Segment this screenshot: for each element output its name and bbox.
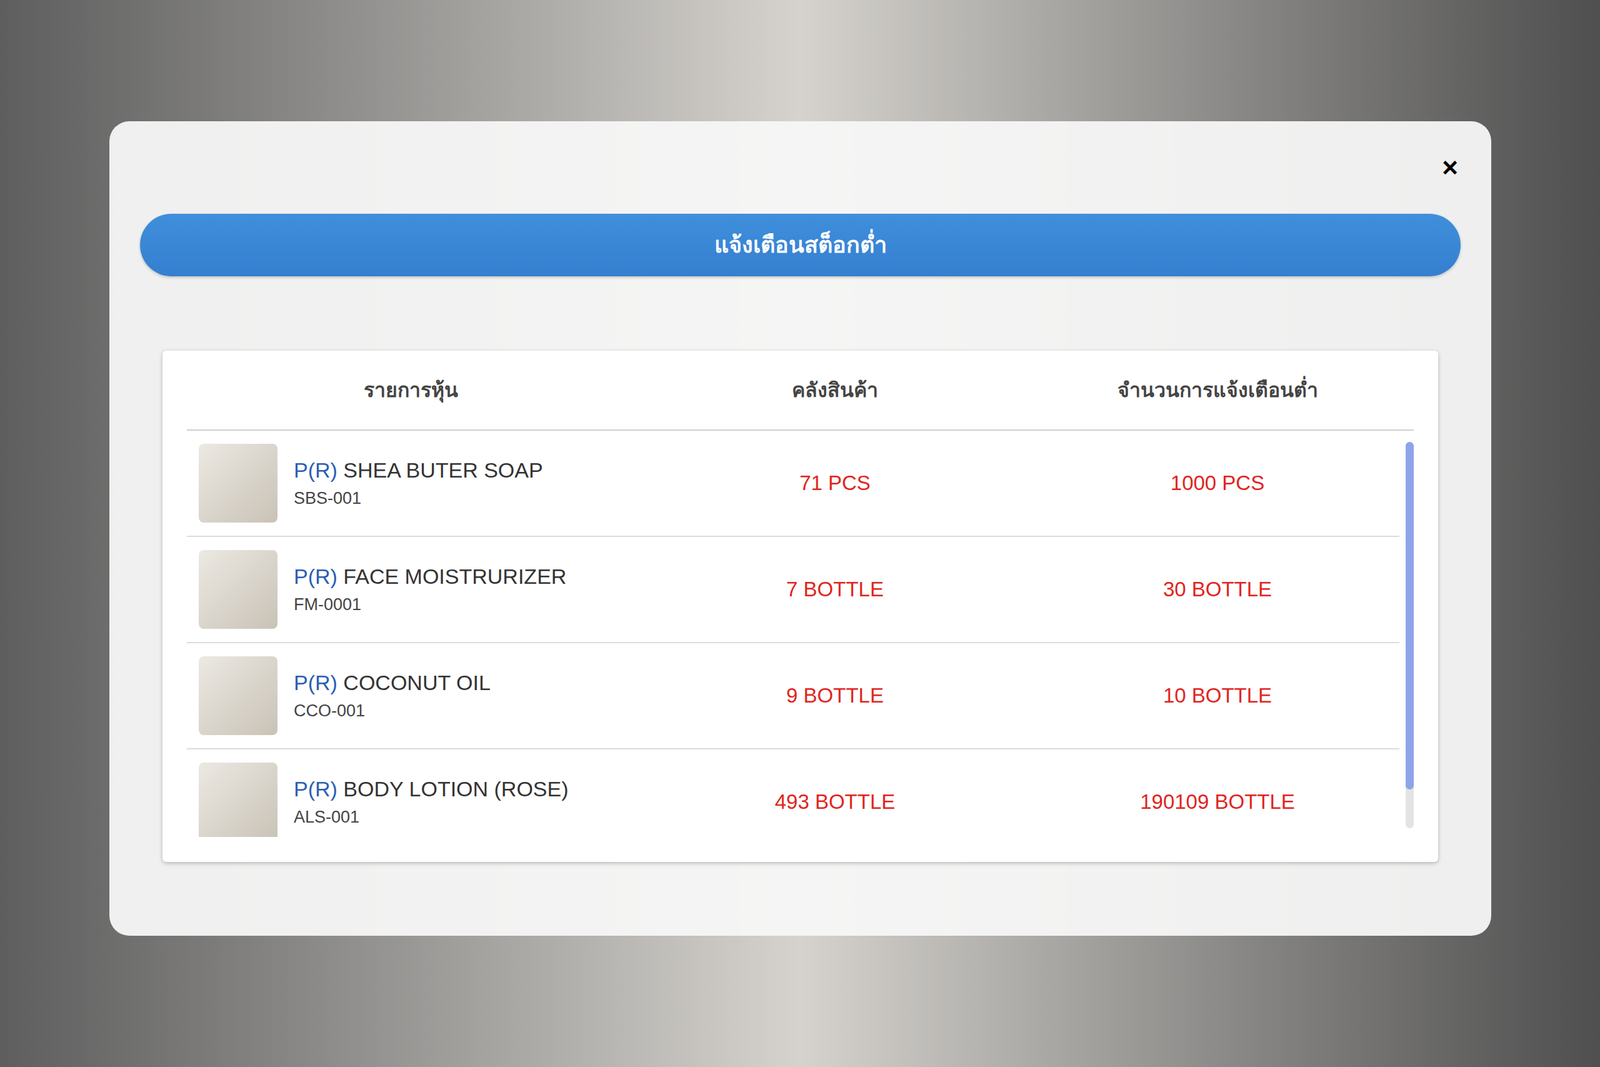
table-header: รายการหุ้นคลังสินค้าจำนวนการแจ้งเตือนต่ำ: [186, 350, 1414, 431]
stock-cell: 493 BOTTLE: [634, 786, 1036, 818]
product-code: CCO-001: [293, 700, 491, 721]
product-name: P(R) SHEA BUTER SOAP: [293, 457, 544, 484]
product-prefix: P(R): [293, 776, 338, 801]
product-name: P(R) FACE MOISTRURIZER: [293, 563, 567, 590]
column-header: คลังสินค้า: [634, 375, 1036, 405]
stock-cell: 9 BOTTLE: [634, 680, 1036, 712]
alert-cell: 10 BOTTLE: [1035, 680, 1400, 712]
product-name: P(R) BODY LOTION (ROSE): [293, 776, 569, 802]
table-row[interactable]: P(R) COCONUT OIL CCO-001 9 BOTTLE10 BOTTLE: [186, 643, 1400, 750]
stock-cell: 71 PCS: [634, 467, 1036, 499]
product-code: SBS-001: [293, 488, 544, 509]
product-cell: P(R) BODY LOTION (ROSE) ALS-001: [186, 762, 635, 837]
product-name: P(R) COCONUT OIL: [293, 670, 491, 696]
table-card: รายการหุ้นคลังสินค้าจำนวนการแจ้งเตือนต่ำ…: [162, 350, 1439, 862]
product-image: [198, 656, 278, 735]
table-row[interactable]: P(R) FACE MOISTRURIZER FM-0001 7 BOTTLE30 …: [186, 536, 1400, 644]
product-image: [198, 762, 278, 837]
column-header: จำนวนการแจ้งเตือนต่ำ: [1035, 375, 1400, 405]
product-cell: P(R) SHEA BUTER SOAP SBS-001: [186, 443, 635, 523]
scrollbar-thumb[interactable]: [1405, 441, 1414, 790]
table-body[interactable]: P(R) SHEA BUTER SOAP SBS-001 71 PCS1000 PC…: [186, 430, 1400, 837]
column-header: รายการหุ้น: [186, 375, 635, 405]
product-prefix: P(R): [293, 564, 338, 589]
product-prefix: P(R): [293, 670, 338, 695]
product-cell: P(R) FACE MOISTRURIZER FM-0001: [186, 550, 635, 629]
screen: × แจ้งเตือนสต็อกต่ำรายการหุ้นคลังสินค้าจำ…: [0, 0, 1600, 1067]
product-code: FM-0001: [293, 594, 567, 615]
table-row[interactable]: P(R) SHEA BUTER SOAP SBS-001 71 PCS1000 PC…: [186, 430, 1400, 537]
alert-cell: 190109 BOTTLE: [1035, 786, 1400, 818]
low-stock-dialog: × แจ้งเตือนสต็อกต่ำรายการหุ้นคลังสินค้าจำ…: [109, 121, 1492, 936]
alert-cell: 30 BOTTLE: [1035, 573, 1400, 605]
stock-cell: 7 BOTTLE: [634, 573, 1036, 605]
close-button[interactable]: ×: [1439, 153, 1461, 182]
scrollbar[interactable]: [1405, 441, 1414, 829]
dialog-title: แจ้งเตือนสต็อกต่ำ: [714, 228, 887, 262]
product-image: [198, 443, 278, 523]
product-prefix: P(R): [293, 458, 338, 482]
product-cell: P(R) COCONUT OIL CCO-001: [186, 656, 635, 735]
dialog-header: แจ้งเตือนสต็อกต่ำ: [140, 213, 1461, 277]
alert-cell: 1000 PCS: [1035, 467, 1400, 499]
product-image: [198, 550, 278, 629]
table-row[interactable]: P(R) BODY LOTION (ROSE) ALS-001 493 BOTTLE…: [186, 749, 1400, 837]
product-code: ALS-001: [293, 806, 569, 827]
